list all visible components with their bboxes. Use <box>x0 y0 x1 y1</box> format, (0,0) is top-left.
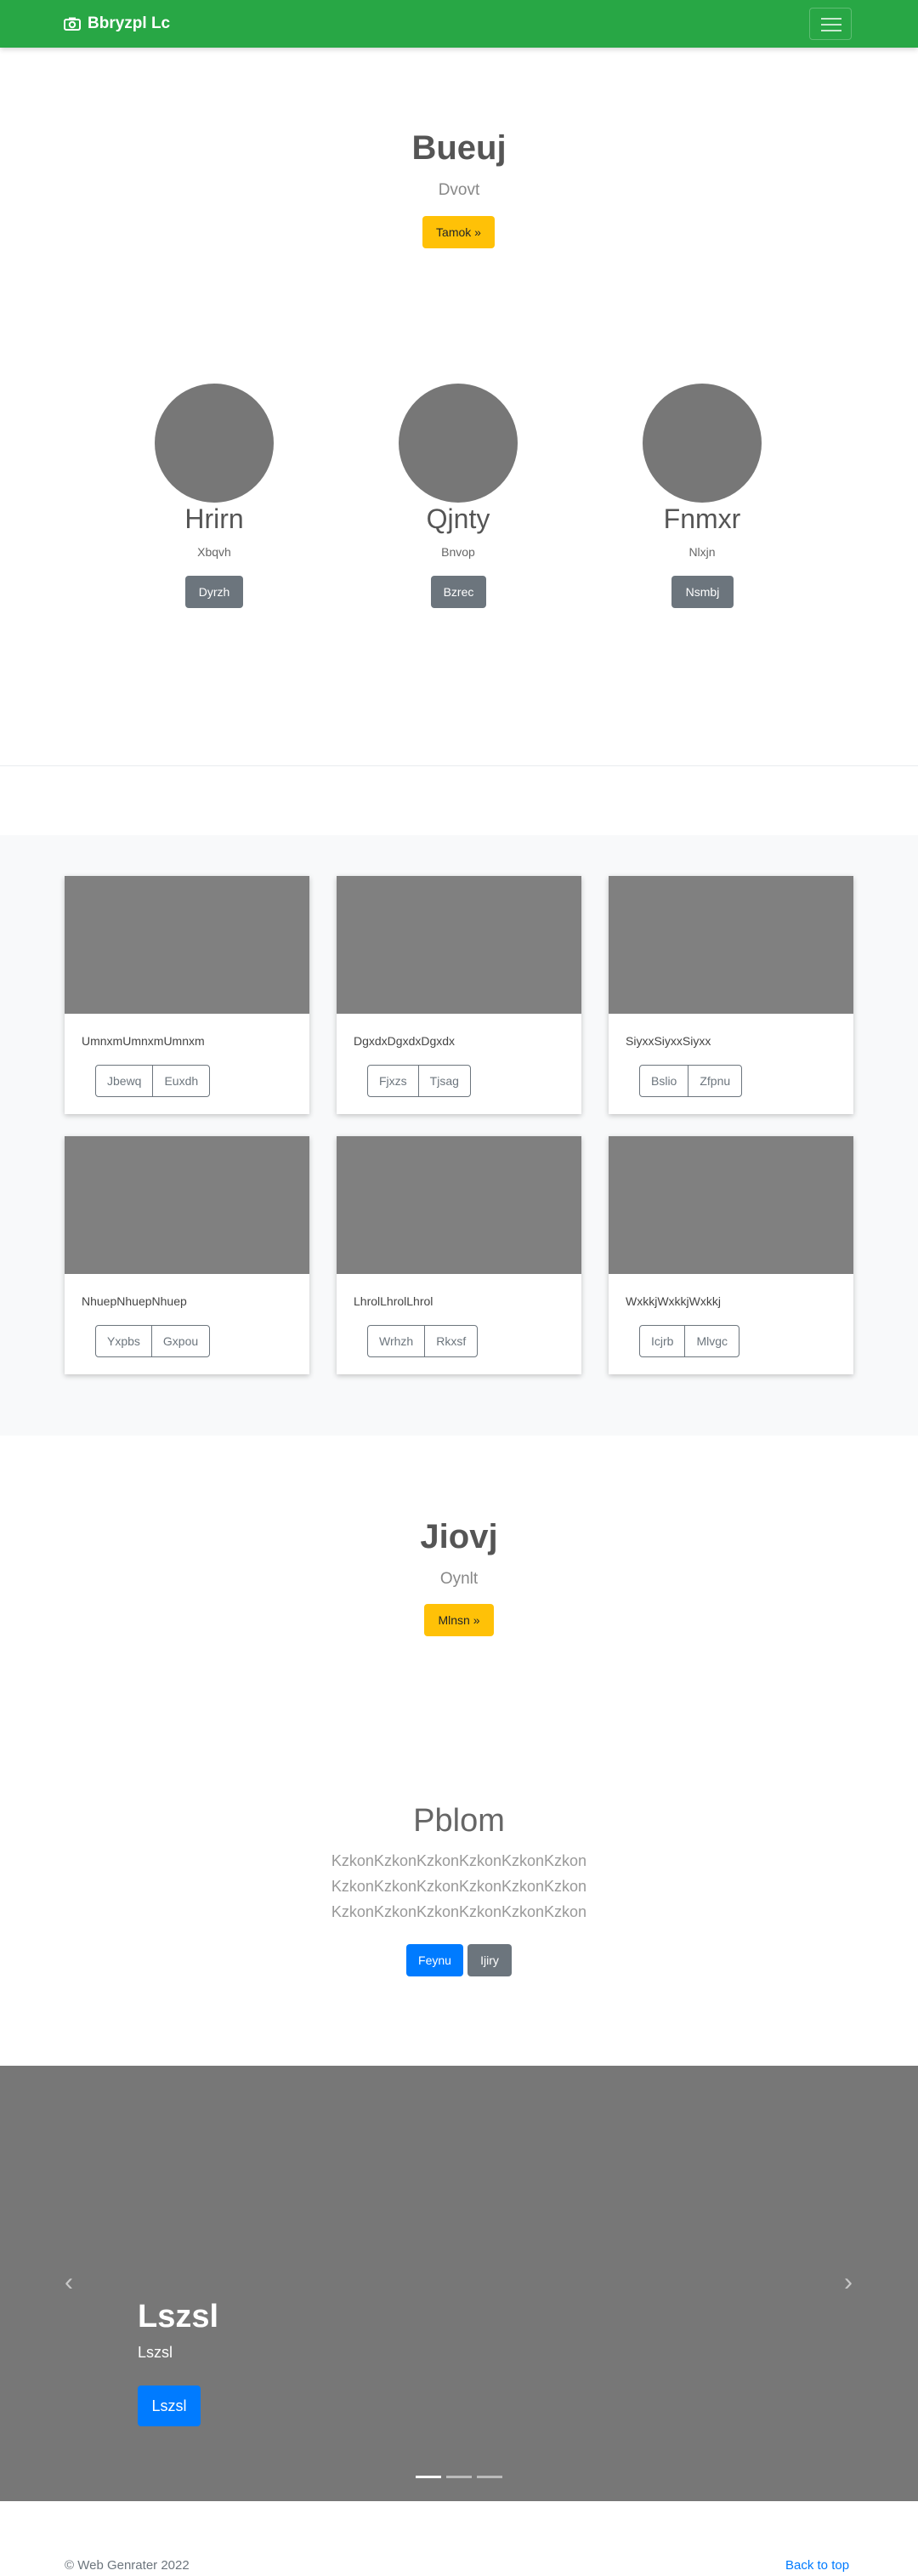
person-button[interactable]: Nsmbj <box>672 576 734 608</box>
chevron-right-icon[interactable]: › <box>840 2270 857 2295</box>
pblom-primary-button[interactable]: Feynu <box>406 1944 463 1976</box>
carousel-indicator[interactable] <box>477 2476 502 2478</box>
card-button-view[interactable]: Icjrb <box>640 1326 684 1356</box>
card-button-group: Wrhzh Rkxsf <box>367 1325 479 1357</box>
person-button[interactable]: Dyrzh <box>185 576 243 608</box>
back-to-top-link[interactable]: Back to top <box>785 2558 849 2573</box>
carousel: ‹ › Lszsl Lszsl Lszsl <box>0 2066 918 2501</box>
album-card: SiyxxSiyxxSiyxx Bslio Zfpnu <box>609 876 853 1114</box>
card-image <box>337 1136 581 1274</box>
card-button-edit[interactable]: Tjsag <box>417 1066 470 1096</box>
person-button[interactable]: Bzrec <box>431 576 486 608</box>
card-button-view[interactable]: Fjxzs <box>368 1066 418 1096</box>
card-button-group: Fjxzs Tjsag <box>367 1065 471 1097</box>
section-subtitle: Oynlt <box>439 1570 479 1588</box>
card-text: DgxdxDgxdxDgxdx <box>354 1034 456 1048</box>
card-image <box>65 876 309 1014</box>
avatar <box>643 384 762 503</box>
card-image <box>609 1136 853 1274</box>
person-subtitle: Bnvop <box>441 545 475 559</box>
person-name: Fnmxr <box>663 503 741 534</box>
card-button-view[interactable]: Jbewq <box>96 1066 152 1096</box>
card-button-view[interactable]: Wrhzh <box>368 1326 424 1356</box>
section-button[interactable]: Mlnsn » <box>424 1604 494 1636</box>
card-image <box>609 876 853 1014</box>
album-card: DgxdxDgxdxDgxdx Fjxzs Tjsag <box>337 876 581 1114</box>
card-button-edit[interactable]: Rkxsf <box>424 1326 477 1356</box>
card-text: WxkkjWxkkjWxkkj <box>626 1294 721 1308</box>
card-text: LhrolLhrolLhrol <box>354 1294 434 1308</box>
card-button-edit[interactable]: Mlvgc <box>684 1326 739 1356</box>
carousel-caption-text: Lszsl <box>138 2344 173 2361</box>
footer-copyright: © Web Genrater 2022 <box>65 2558 190 2573</box>
carousel-indicator-active[interactable] <box>416 2476 441 2478</box>
person-name: Hrirn <box>184 503 244 534</box>
card-button-group: Icjrb Mlvgc <box>639 1325 740 1357</box>
person-name: Qjnty <box>426 503 490 534</box>
album-card: UmnxmUmnxmUmnxm Jbewq Euxdh <box>65 876 309 1114</box>
pblom-text-line: KzkonKzkonKzkonKzkonKzkonKzkon <box>331 1852 587 1869</box>
section-divider <box>0 765 918 766</box>
card-image <box>65 1136 309 1274</box>
avatar <box>399 384 518 503</box>
brand-name: Bbryzpl Lc <box>88 14 171 32</box>
card-button-group: Jbewq Euxdh <box>95 1065 211 1097</box>
card-button-view[interactable]: Bslio <box>640 1066 688 1096</box>
card-button-group: Yxpbs Gxpou <box>95 1325 211 1357</box>
pblom-title: Pblom <box>413 1803 505 1839</box>
carousel-button[interactable]: Lszsl <box>138 2386 201 2426</box>
hamburger-icon <box>821 18 842 20</box>
carousel-indicator[interactable] <box>446 2476 472 2478</box>
navbar: Bbryzpl Lc <box>0 0 918 48</box>
card-text: SiyxxSiyxxSiyxx <box>626 1034 711 1048</box>
pblom-text-line: KzkonKzkonKzkonKzkonKzkonKzkon <box>331 1903 587 1920</box>
card-image <box>337 876 581 1014</box>
card-button-edit[interactable]: Euxdh <box>152 1066 209 1096</box>
card-button-view[interactable]: Yxpbs <box>96 1326 151 1356</box>
person-subtitle: Xbqvh <box>197 545 231 559</box>
section-title: Jiovj <box>420 1518 498 1555</box>
pblom-secondary-button[interactable]: Ijiry <box>468 1944 512 1976</box>
brand-link[interactable]: Bbryzpl Lc <box>64 14 170 34</box>
card-text: UmnxmUmnxmUmnxm <box>82 1034 205 1048</box>
navbar-toggle-button[interactable] <box>809 8 852 40</box>
chevron-left-icon[interactable]: ‹ <box>60 2270 77 2295</box>
pblom-text-line: KzkonKzkonKzkonKzkonKzkonKzkon <box>331 1878 587 1895</box>
avatar <box>155 384 274 503</box>
album-card: WxkkjWxkkjWxkkj Icjrb Mlvgc <box>609 1136 853 1374</box>
hero-title: Bueuj <box>411 129 507 167</box>
album-card: LhrolLhrolLhrol Wrhzh Rkxsf <box>337 1136 581 1374</box>
card-text: NhuepNhuepNhuep <box>82 1294 187 1308</box>
hero-subtitle: Dvovt <box>438 181 480 199</box>
card-button-edit[interactable]: Zfpnu <box>688 1066 741 1096</box>
hero-button[interactable]: Tamok » <box>422 216 495 248</box>
carousel-caption-title: Lszsl <box>138 2299 219 2334</box>
person-subtitle: Nlxjn <box>688 545 716 559</box>
card-button-group: Bslio Zfpnu <box>639 1065 743 1097</box>
camera-icon <box>64 17 81 31</box>
album-card: NhuepNhuepNhuep Yxpbs Gxpou <box>65 1136 309 1374</box>
card-button-edit[interactable]: Gxpou <box>150 1326 209 1356</box>
